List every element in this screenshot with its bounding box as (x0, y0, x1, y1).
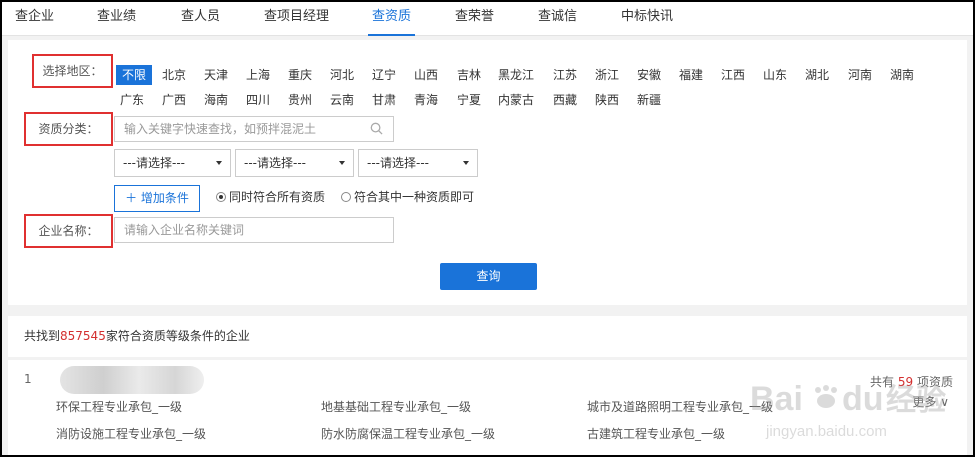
region-item[interactable]: 江西 (721, 65, 745, 85)
region-item[interactable]: 宁夏 (457, 90, 481, 110)
qualification-select-3[interactable]: ---请选择--- (358, 149, 478, 177)
match-all-radio[interactable]: 同时符合所有资质 (216, 189, 325, 205)
qualification-select-2[interactable]: ---请选择--- (235, 149, 354, 177)
company-name-label: 企业名称： (24, 214, 113, 248)
region-item[interactable]: 北京 (162, 65, 186, 85)
region-item[interactable]: 贵州 (288, 90, 312, 110)
tab-credit[interactable]: 查诚信 (538, 2, 577, 36)
radio-dot-checked (216, 192, 226, 202)
region-item[interactable]: 辽宁 (372, 65, 396, 85)
region-item[interactable]: 广东 (120, 90, 144, 110)
qualification-item[interactable]: 地基基础工程专业承包_一级 (321, 398, 471, 415)
match-any-radio[interactable]: 符合其中一种资质即可 (341, 189, 474, 205)
qualification-item[interactable]: 古建筑工程专业承包_一级 (587, 425, 725, 442)
page-frame: 查企业 查业绩 查人员 查项目经理 查资质 查荣誉 查诚信 中标快讯 选择地区：… (2, 2, 973, 455)
add-condition-button[interactable]: ＋ 增加条件 (114, 185, 200, 212)
region-item[interactable]: 甘肃 (372, 90, 396, 110)
region-item[interactable]: 河南 (848, 65, 872, 85)
company-name-placeholder: 请输入企业名称关键词 (124, 223, 245, 237)
result-item: 1 共有 59 项资质 更多 ∨ 环保工程专业承包_一级 地基基础工程专业承包_… (8, 360, 967, 455)
search-icon[interactable] (370, 122, 383, 135)
result-summary: 共找到857545家符合资质等级条件的企业 (8, 316, 967, 357)
region-item[interactable]: 新疆 (637, 90, 661, 110)
region-item[interactable]: 四川 (246, 90, 270, 110)
select-value: ---请选择--- (367, 156, 429, 170)
top-nav: 查企业 查业绩 查人员 查项目经理 查资质 查荣誉 查诚信 中标快讯 (2, 2, 973, 36)
region-item[interactable]: 山西 (414, 65, 438, 85)
count-prefix: 共有 (870, 375, 895, 389)
tab-qualification[interactable]: 查资质 (367, 2, 416, 36)
summary-suffix: 家符合资质等级条件的企业 (105, 329, 250, 343)
region-item[interactable]: 上海 (246, 65, 270, 85)
tab-project-manager[interactable]: 查项目经理 (264, 2, 329, 36)
qualification-label: 资质分类： (24, 112, 113, 146)
tab-bid-news[interactable]: 中标快讯 (621, 2, 673, 36)
region-item[interactable]: 吉林 (457, 65, 481, 85)
region-item[interactable]: 安徽 (637, 65, 661, 85)
more-label: 更多 (912, 395, 937, 409)
region-item[interactable]: 内蒙古 (498, 90, 534, 110)
qualification-item[interactable]: 城市及道路照明工程专业承包_一级 (587, 398, 773, 415)
qualification-search-placeholder: 输入关键字快速查找，如预拌混泥土 (124, 122, 317, 136)
qualification-select-1[interactable]: ---请选择--- (114, 149, 231, 177)
qualification-search-input[interactable]: 输入关键字快速查找，如预拌混泥土 (114, 116, 394, 142)
tab-performance[interactable]: 查业绩 (97, 2, 136, 36)
match-any-label: 符合其中一种资质即可 (354, 190, 475, 204)
region-item[interactable]: 重庆 (288, 65, 312, 85)
select-value: ---请选择--- (244, 156, 306, 170)
region-item[interactable]: 山东 (763, 65, 787, 85)
qualification-count: 共有 59 项资质 (870, 373, 953, 390)
company-name-input[interactable]: 请输入企业名称关键词 (114, 217, 394, 243)
region-item[interactable]: 浙江 (595, 65, 619, 85)
result-index: 1 (24, 372, 32, 386)
qualification-item[interactable]: 消防设施工程专业承包_一级 (56, 425, 206, 442)
filter-panel: 选择地区： 不限 北京 天津 上海 重庆 河北 辽宁 山西 吉林 黑龙江 江苏 … (8, 40, 967, 305)
more-link[interactable]: 更多 ∨ (912, 393, 949, 410)
region-item[interactable]: 海南 (204, 90, 228, 110)
region-item[interactable]: 福建 (679, 65, 703, 85)
region-item[interactable]: 广西 (162, 90, 186, 110)
region-label: 选择地区： (32, 54, 113, 88)
summary-prefix: 共找到 (24, 329, 61, 343)
region-item[interactable]: 黑龙江 (498, 65, 534, 85)
qualification-item[interactable]: 环保工程专业承包_一级 (56, 398, 182, 415)
radio-dot (341, 192, 351, 202)
select-value: ---请选择--- (123, 156, 185, 170)
region-item[interactable]: 西藏 (553, 90, 577, 110)
region-item[interactable]: 河北 (330, 65, 354, 85)
chevron-down-icon (216, 161, 222, 165)
query-button[interactable]: 查询 (440, 263, 537, 290)
region-item-unlimited[interactable]: 不限 (116, 65, 153, 85)
qualification-item[interactable]: 防水防腐保温工程专业承包_一级 (321, 425, 495, 442)
result-count: 857545 (60, 329, 106, 343)
count-suffix: 项资质 (916, 375, 953, 389)
blurred-company-name (60, 366, 204, 394)
region-item[interactable]: 湖南 (890, 65, 914, 85)
region-item[interactable]: 陕西 (595, 90, 619, 110)
count-value: 59 (897, 375, 914, 389)
tab-company[interactable]: 查企业 (15, 2, 54, 36)
chevron-down-icon (463, 161, 469, 165)
region-item[interactable]: 天津 (204, 65, 228, 85)
tab-honor[interactable]: 查荣誉 (455, 2, 494, 36)
chevron-down-icon (339, 161, 345, 165)
tab-personnel[interactable]: 查人员 (181, 2, 220, 36)
chevron-down-icon: ∨ (940, 395, 949, 409)
region-item[interactable]: 云南 (330, 90, 354, 110)
match-all-label: 同时符合所有资质 (229, 190, 326, 204)
region-item[interactable]: 江苏 (553, 65, 577, 85)
region-item[interactable]: 青海 (414, 90, 438, 110)
region-item[interactable]: 湖北 (805, 65, 829, 85)
